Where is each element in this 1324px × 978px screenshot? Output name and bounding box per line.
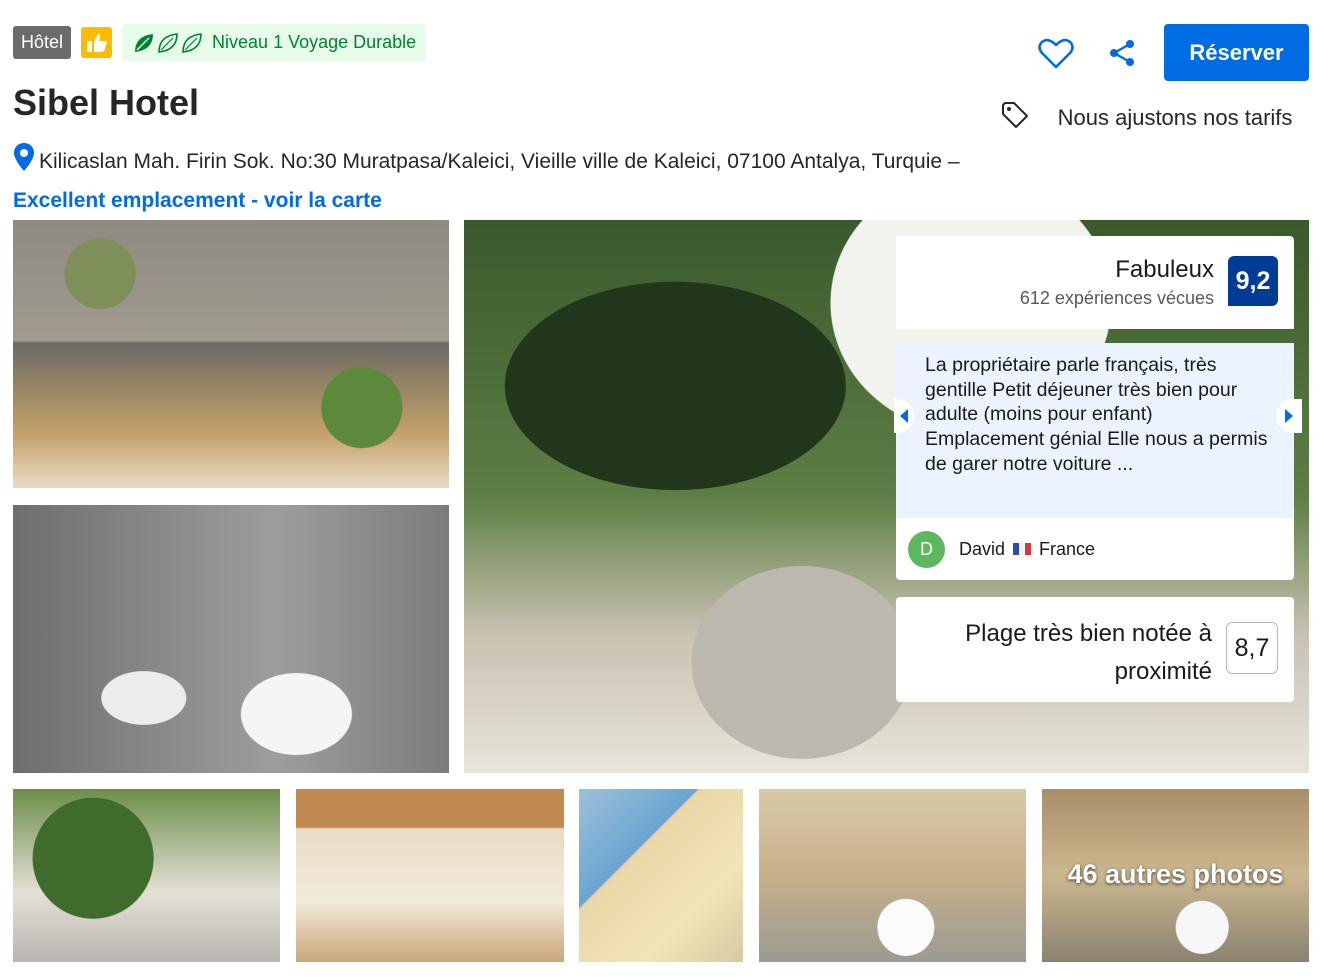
map-pin-icon (13, 142, 35, 183)
photo-street[interactable] (759, 789, 1026, 962)
more-photos-label[interactable]: 46 autres photos (1042, 859, 1309, 890)
sustainability-label: Niveau 1 Voyage Durable (212, 32, 417, 52)
chevron-right-icon[interactable] (1276, 399, 1302, 433)
review-text: La propriétaire parle français, très gen… (925, 354, 1268, 475)
price-match-text: Nous ajustons nos tarifs (1057, 104, 1293, 130)
photo-courtyard-breakfast[interactable] (13, 220, 449, 488)
reserve-button[interactable]: Réserver (1164, 24, 1309, 81)
share-icon[interactable] (1098, 29, 1146, 77)
beach-score: 8,7 (1226, 622, 1278, 674)
photo-more[interactable]: 46 autres photos (1042, 789, 1309, 962)
price-tag-icon (1000, 100, 1040, 135)
rating-card[interactable]: Fabuleux 612 expériences vécues 9,2 (896, 236, 1294, 329)
photo-exterior[interactable] (13, 789, 280, 962)
heart-icon[interactable] (1032, 29, 1080, 77)
leaf-icon (132, 31, 204, 55)
badge-row: Hôtel Niveau 1 Voyage Durable (13, 24, 427, 61)
thumbs-up-icon[interactable] (81, 27, 113, 58)
reviewer: D David France (896, 518, 1294, 580)
review-snippet[interactable]: La propriétaire parle français, très gen… (894, 343, 1302, 518)
address-line: Kilicaslan Mah. Firin Sok. No:30 Muratpa… (13, 142, 973, 218)
rating-label: Fabuleux (1115, 256, 1214, 283)
photo-bathroom[interactable] (13, 505, 449, 773)
beach-card[interactable]: Plage très bien notée à proximité 8,7 (896, 597, 1294, 702)
photo-map[interactable] (579, 789, 743, 962)
reviewer-name: David (959, 538, 1006, 559)
address-separator: – (942, 150, 960, 173)
review-count: 612 expériences vécues (1019, 288, 1214, 308)
reviewer-country: France (1039, 538, 1096, 559)
property-type-badge: Hôtel (13, 26, 72, 59)
address-text: Kilicaslan Mah. Firin Sok. No:30 Muratpa… (39, 150, 943, 173)
avatar: D (908, 530, 945, 568)
price-match[interactable]: Nous ajustons nos tarifs (1000, 100, 1310, 135)
photo-bedroom[interactable] (296, 789, 564, 962)
sustainability-badge[interactable]: Niveau 1 Voyage Durable (122, 24, 427, 61)
beach-text: Plage très bien notée à proximité (965, 620, 1212, 685)
france-flag-icon (1013, 543, 1032, 555)
rating-score: 9,2 (1228, 256, 1278, 306)
chevron-left-icon[interactable] (894, 399, 914, 433)
hotel-name: Sibel Hotel (13, 82, 200, 123)
header-actions: Réserver (1032, 24, 1309, 81)
map-link[interactable]: Excellent emplacement - voir la carte (13, 189, 382, 212)
